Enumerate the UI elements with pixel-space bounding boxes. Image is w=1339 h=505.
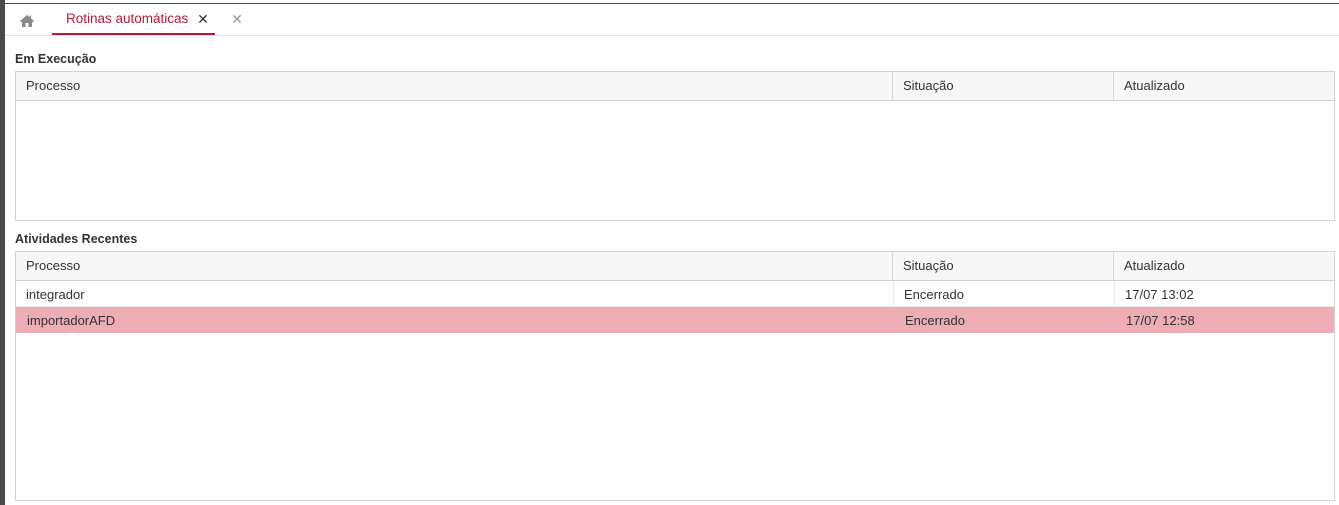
- column-header-processo[interactable]: Processo: [16, 72, 893, 100]
- tab-label: Rotinas automáticas: [66, 11, 189, 26]
- app-frame: Rotinas automáticas ✕ ✕ Em Execução Proc…: [0, 0, 1339, 505]
- tab-bar: Rotinas automáticas ✕ ✕: [5, 4, 1339, 36]
- table-row-selected[interactable]: importadorAFD Encerrado 17/07 12:58: [16, 307, 1334, 333]
- column-header-processo[interactable]: Processo: [16, 252, 893, 280]
- left-sidebar-edge: [0, 0, 5, 505]
- column-header-atualizado[interactable]: Atualizado: [1114, 252, 1334, 280]
- section-title-em-execucao: Em Execução: [15, 52, 97, 66]
- grid-header: Processo Situação Atualizado: [16, 72, 1334, 101]
- cell-processo: integrador: [26, 287, 85, 302]
- cell-atualizado: 17/07 13:02: [1114, 281, 1334, 307]
- column-header-situacao[interactable]: Situação: [893, 252, 1114, 280]
- home-button[interactable]: [15, 10, 39, 32]
- grid-header: Processo Situação Atualizado: [16, 252, 1334, 281]
- grid-em-execucao: Processo Situação Atualizado: [15, 71, 1335, 221]
- grid-atividades-recentes: Processo Situação Atualizado integrador …: [15, 251, 1335, 501]
- cell-situacao: Encerrado: [893, 307, 1114, 333]
- column-header-atualizado[interactable]: Atualizado: [1114, 72, 1334, 100]
- sidebar-edge-bottom: [0, 60, 5, 505]
- cell-processo: importadorAFD: [27, 313, 116, 328]
- home-icon: [20, 15, 34, 27]
- close-all-tabs-icon[interactable]: ✕: [230, 11, 244, 27]
- column-header-situacao[interactable]: Situação: [893, 72, 1114, 100]
- grid-body-empty: [16, 101, 1334, 220]
- tab-rotinas-automaticas[interactable]: Rotinas automáticas ✕: [52, 4, 215, 35]
- section-title-atividades-recentes: Atividades Recentes: [15, 232, 138, 246]
- cell-situacao: Encerrado: [893, 281, 1114, 307]
- cell-atualizado: 17/07 12:58: [1114, 307, 1334, 333]
- table-row[interactable]: integrador Encerrado 17/07 13:02: [16, 281, 1334, 307]
- tab-close-icon[interactable]: ✕: [196, 11, 210, 27]
